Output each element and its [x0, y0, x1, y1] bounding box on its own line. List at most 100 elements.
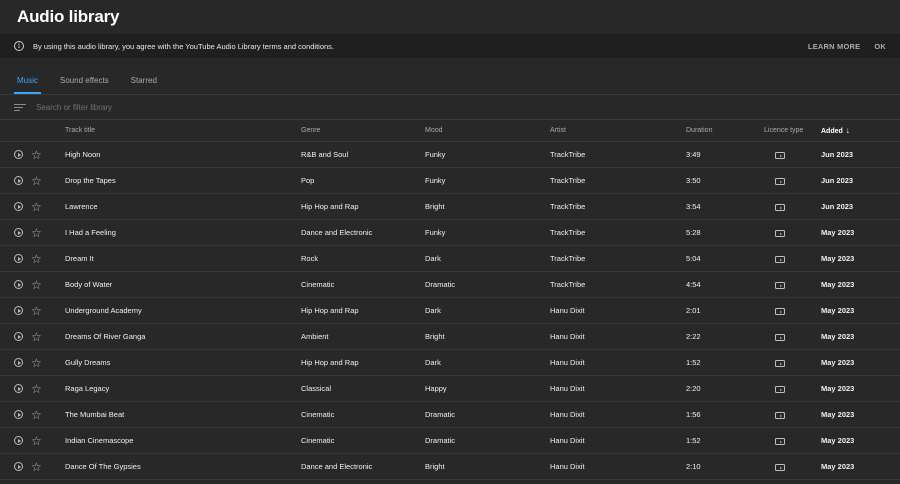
youtube-licence-icon[interactable]	[775, 204, 785, 212]
licence-cell	[764, 167, 821, 194]
track-artist[interactable]: Hanu Dixit	[550, 323, 686, 350]
track-title[interactable]: Drop the Tapes	[65, 167, 301, 194]
youtube-licence-icon[interactable]	[775, 360, 785, 368]
track-artist[interactable]: Hanu Dixit	[550, 401, 686, 428]
play-icon[interactable]	[14, 176, 23, 186]
track-title[interactable]: Dance Of The Gypsies	[65, 453, 301, 480]
youtube-licence-icon[interactable]	[775, 178, 785, 186]
table-row[interactable]: ☆ Dance Of The Gypsies Dance and Electroni…	[0, 453, 900, 480]
play-icon[interactable]	[14, 306, 23, 316]
track-duration: 3:49	[686, 141, 764, 168]
ok-button[interactable]: OK	[874, 42, 886, 51]
table-row[interactable]: ☆ Dream It Rock Dark TrackTribe 5:04 May 2023	[0, 245, 900, 272]
youtube-licence-icon[interactable]	[775, 308, 785, 316]
table-row[interactable]: ☆ Raga Legacy Classical Happy Hanu Dixit 2:20…	[0, 375, 900, 402]
youtube-licence-icon[interactable]	[775, 438, 785, 446]
play-icon[interactable]	[14, 358, 23, 368]
column-header-duration[interactable]: Duration	[686, 120, 764, 142]
track-artist[interactable]: TrackTribe	[550, 219, 686, 246]
learn-more-link[interactable]: LEARN MORE	[808, 42, 860, 51]
table-row[interactable]: ☆ Lawrence Hip Hop and Rap Bright TrackTribe…	[0, 193, 900, 220]
column-header-artist[interactable]: Artist	[550, 120, 686, 142]
track-title[interactable]: Lawrence	[65, 193, 301, 220]
table-row[interactable]: ☆ Gully Dreams Hip Hop and Rap Dark Hanu Dix…	[0, 349, 900, 376]
youtube-licence-icon[interactable]	[775, 412, 785, 420]
star-icon[interactable]: ☆	[31, 252, 42, 266]
track-artist[interactable]: TrackTribe	[550, 167, 686, 194]
search-input[interactable]	[36, 102, 336, 112]
youtube-licence-icon[interactable]	[775, 256, 785, 264]
track-mood: Funky	[425, 141, 550, 168]
column-header-track-title[interactable]: Track title	[65, 120, 301, 142]
track-artist[interactable]: Hanu Dixit	[550, 297, 686, 324]
star-icon[interactable]: ☆	[31, 304, 42, 318]
column-header-licence-type[interactable]: Licence type	[764, 120, 821, 142]
youtube-licence-icon[interactable]	[775, 152, 785, 160]
star-icon[interactable]: ☆	[31, 434, 42, 448]
youtube-licence-icon[interactable]	[775, 334, 785, 342]
star-icon[interactable]: ☆	[31, 278, 42, 292]
table-row[interactable]: ☆ Body of Water Cinematic Dramatic TrackTrib…	[0, 271, 900, 298]
star-icon[interactable]: ☆	[31, 408, 42, 422]
star-icon[interactable]: ☆	[31, 356, 42, 370]
star-icon[interactable]: ☆	[31, 382, 42, 396]
tab-music[interactable]: Music	[14, 76, 41, 94]
track-added: Jun 2023	[821, 141, 900, 168]
track-artist[interactable]: Hanu Dixit	[550, 349, 686, 376]
track-genre: Dance and Electronic	[301, 219, 425, 246]
youtube-licence-icon[interactable]	[775, 464, 785, 472]
filter-icon[interactable]	[14, 103, 26, 111]
track-artist[interactable]: TrackTribe	[550, 141, 686, 168]
youtube-licence-icon[interactable]	[775, 230, 785, 238]
track-artist[interactable]: TrackTribe	[550, 245, 686, 272]
play-icon[interactable]	[14, 150, 23, 160]
star-icon[interactable]: ☆	[31, 200, 42, 214]
column-header-added[interactable]: Added ↓	[821, 120, 900, 142]
column-header-genre[interactable]: Genre	[301, 120, 425, 142]
track-title[interactable]: Gully Dreams	[65, 349, 301, 376]
track-title[interactable]: Dream It	[65, 245, 301, 272]
play-cell	[0, 323, 31, 350]
track-title[interactable]: Underground Academy	[65, 297, 301, 324]
track-artist[interactable]: TrackTribe	[550, 271, 686, 298]
play-icon[interactable]	[14, 332, 23, 342]
table-row[interactable]: ☆ I Had a Feeling Dance and Electronic Funk…	[0, 219, 900, 246]
track-title[interactable]: Dreams Of River Ganga	[65, 323, 301, 350]
track-title[interactable]: Body of Water	[65, 271, 301, 298]
play-icon[interactable]	[14, 384, 23, 394]
track-title[interactable]: High Noon	[65, 141, 301, 168]
track-artist[interactable]: TrackTribe	[550, 193, 686, 220]
star-icon[interactable]: ☆	[31, 226, 42, 240]
play-icon[interactable]	[14, 228, 23, 238]
table-row[interactable]: ☆ Underground Academy Hip Hop and Rap Dark H…	[0, 297, 900, 324]
star-icon[interactable]: ☆	[31, 148, 42, 162]
table-row[interactable]: ☆ High Noon R&B and Soul Funky TrackTribe 3:4…	[0, 141, 900, 168]
track-artist[interactable]: Hanu Dixit	[550, 427, 686, 454]
track-artist[interactable]: Hanu Dixit	[550, 375, 686, 402]
youtube-licence-icon[interactable]	[775, 386, 785, 394]
star-icon[interactable]: ☆	[31, 330, 42, 344]
table-row[interactable]: ☆ Dreams Of River Ganga Ambient Bright Hanu …	[0, 323, 900, 350]
youtube-licence-icon[interactable]	[775, 282, 785, 290]
table-row[interactable]: ☆ The Mumbai Beat Cinematic Dramatic Hanu Di…	[0, 401, 900, 428]
track-title[interactable]: I Had a Feeling	[65, 219, 301, 246]
star-icon[interactable]: ☆	[31, 174, 42, 188]
play-icon[interactable]	[14, 410, 23, 420]
track-title[interactable]: Raga Legacy	[65, 375, 301, 402]
play-icon[interactable]	[14, 202, 23, 212]
track-artist[interactable]: Hanu Dixit	[550, 453, 686, 480]
play-icon[interactable]	[14, 462, 23, 472]
tab-sound-effects[interactable]: Sound effects	[60, 76, 109, 94]
column-header-mood[interactable]: Mood	[425, 120, 550, 142]
play-cell	[0, 271, 31, 298]
track-title[interactable]: Indian Cinemascope	[65, 427, 301, 454]
table-row[interactable]: ☆ Drop the Tapes Pop Funky TrackTribe 3:50 Jun…	[0, 167, 900, 194]
track-title[interactable]: The Mumbai Beat	[65, 401, 301, 428]
track-genre: Ambient	[301, 323, 425, 350]
tab-starred[interactable]: Starred	[131, 76, 157, 94]
star-icon[interactable]: ☆	[31, 460, 42, 474]
play-icon[interactable]	[14, 254, 23, 264]
table-row[interactable]: ☆ Indian Cinemascope Cinematic Dramatic Hanu…	[0, 427, 900, 454]
play-icon[interactable]	[14, 436, 23, 446]
play-icon[interactable]	[14, 280, 23, 290]
